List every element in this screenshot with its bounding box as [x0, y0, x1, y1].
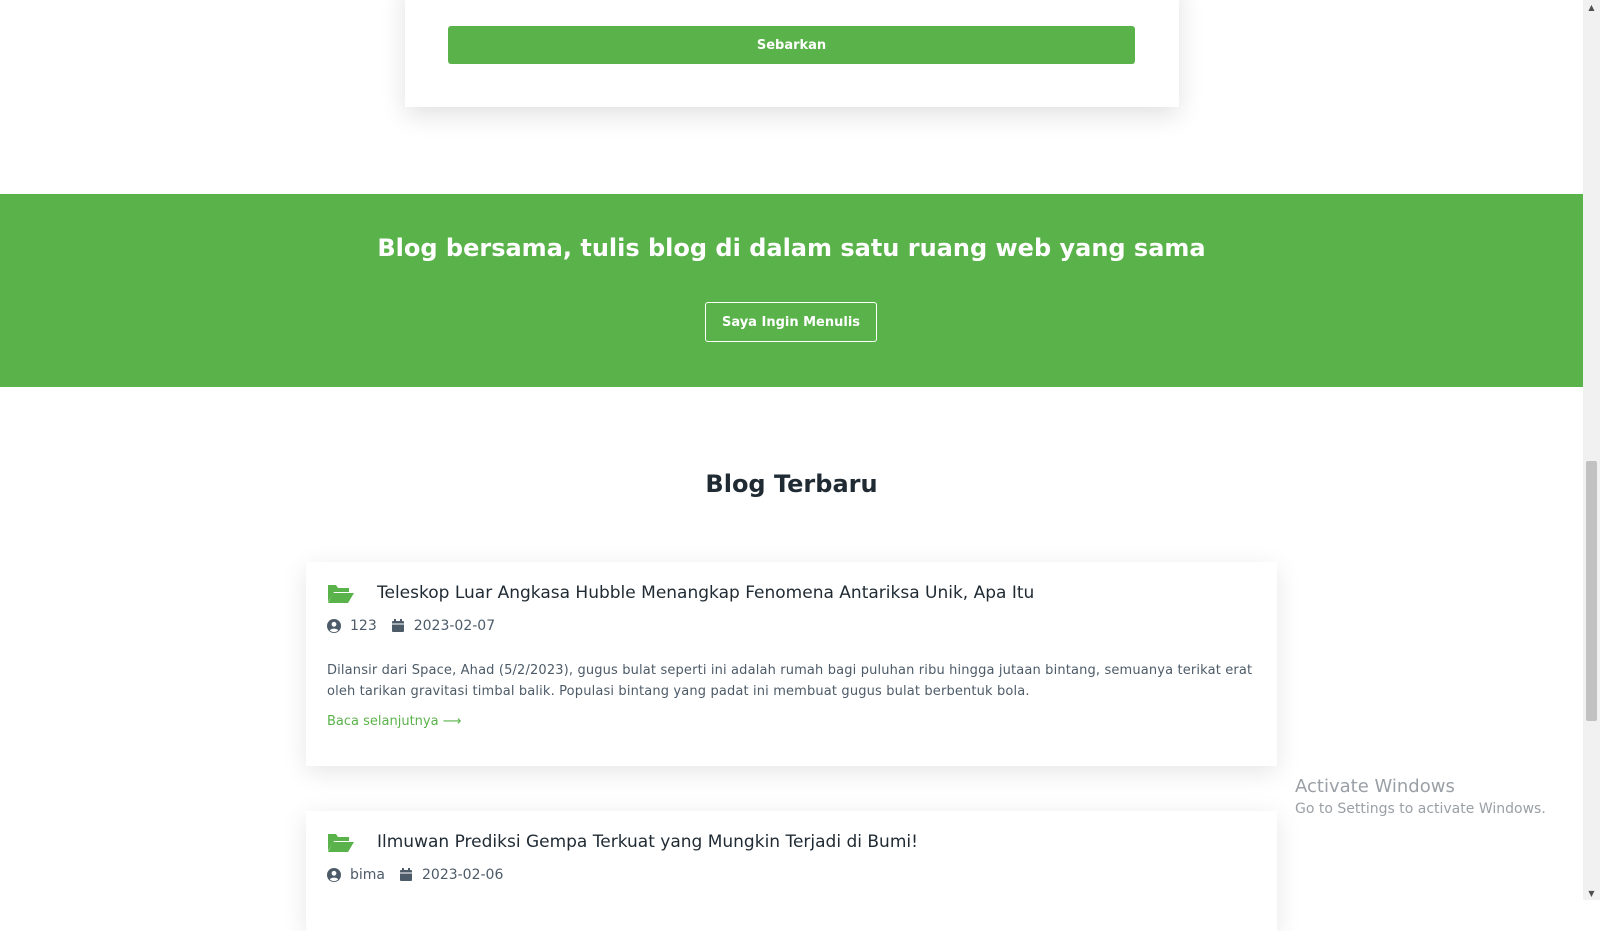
user-circle-icon: [327, 619, 341, 633]
user-circle-icon: [327, 868, 341, 882]
post-date: 2023-02-07: [413, 618, 496, 634]
write-blog-button[interactable]: Saya Ingin Menulis: [705, 302, 877, 342]
post-author: 123: [350, 618, 377, 634]
watermark-subtitle: Go to Settings to activate Windows.: [1295, 801, 1546, 817]
watermark-title: Activate Windows: [1295, 776, 1455, 797]
scroll-down-icon[interactable]: ▼: [1583, 886, 1600, 900]
folder-open-icon: [327, 582, 355, 604]
post-card: Teleskop Luar Angkasa Hubble Menangkap F…: [306, 562, 1277, 766]
banner-heading: Blog bersama, tulis blog di dalam satu r…: [377, 234, 1206, 262]
hero-banner: Blog bersama, tulis blog di dalam satu r…: [0, 194, 1583, 387]
read-more-link[interactable]: Baca selanjutnya ⟶: [327, 714, 461, 729]
section-title: Blog Terbaru: [705, 470, 878, 498]
scrollbar-thumb[interactable]: [1586, 461, 1597, 721]
scroll-up-icon[interactable]: ▲: [1583, 0, 1600, 14]
share-form-card: Sebarkan: [405, 0, 1179, 107]
submit-button[interactable]: Sebarkan: [448, 26, 1135, 64]
post-excerpt: Dilansir dari Space, Ahad (5/2/2023), gu…: [327, 663, 1253, 699]
post-date: 2023-02-06: [422, 867, 504, 883]
activation-watermark: Activate Windows Go to Settings to activ…: [1295, 776, 1546, 817]
post-card: Ilmuwan Prediksi Gempa Terkuat yang Mung…: [306, 811, 1277, 931]
folder-open-icon: [327, 831, 355, 853]
calendar-icon: [399, 868, 413, 882]
calendar-icon: [391, 619, 405, 633]
vertical-scrollbar[interactable]: ▲ ▼: [1583, 0, 1600, 900]
post-title[interactable]: Ilmuwan Prediksi Gempa Terkuat yang Mung…: [377, 832, 918, 852]
post-title[interactable]: Teleskop Luar Angkasa Hubble Menangkap F…: [377, 583, 1034, 603]
post-author: bima: [350, 867, 385, 883]
